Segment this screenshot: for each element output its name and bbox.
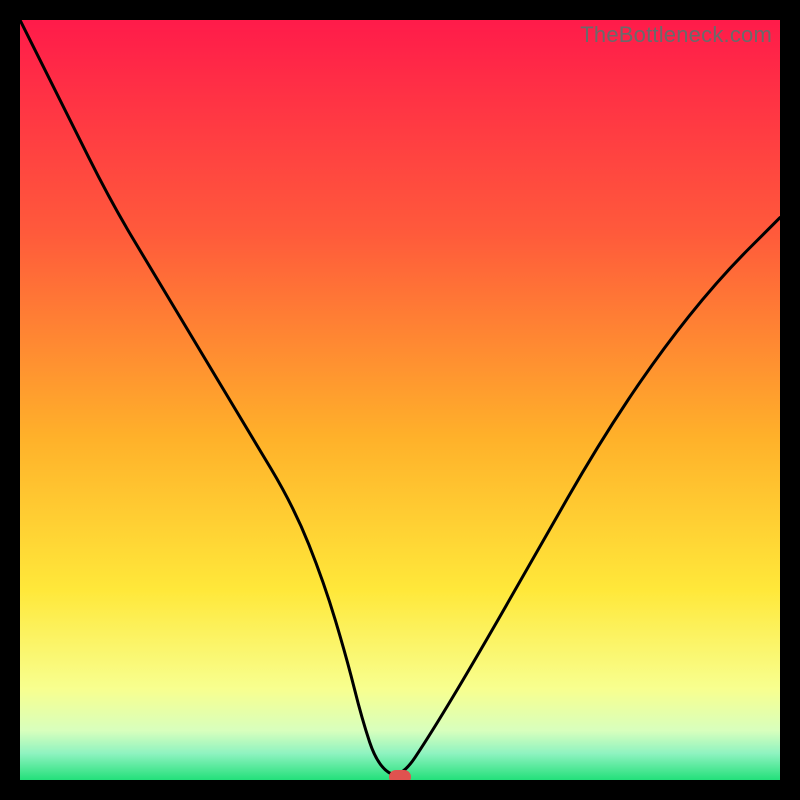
chart-frame: TheBottleneck.com: [20, 20, 780, 780]
bottleneck-chart: [20, 20, 780, 780]
watermark-text: TheBottleneck.com: [580, 22, 772, 48]
gradient-background: [20, 20, 780, 780]
optimal-point-marker: [389, 770, 411, 780]
